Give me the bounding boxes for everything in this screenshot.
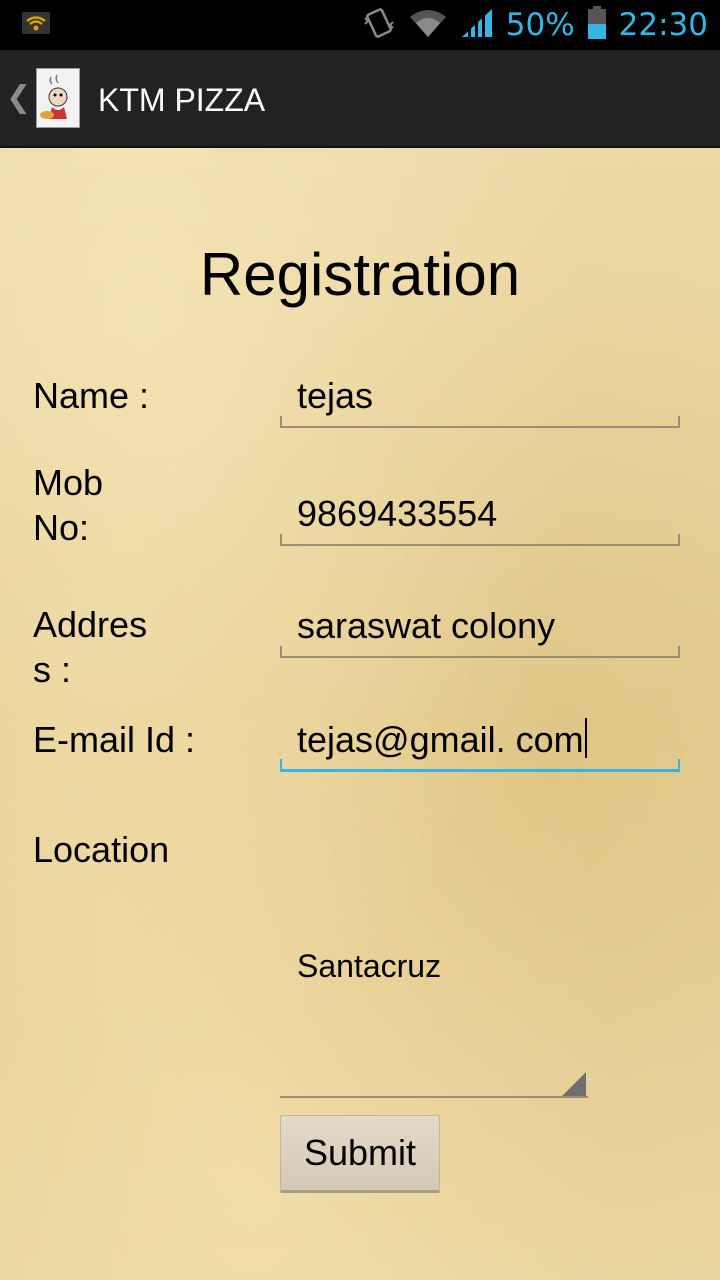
status-bar: 50% 22:30: [0, 0, 720, 50]
mob-value: 9869433554: [297, 493, 498, 534]
app-logo-icon[interactable]: [36, 68, 80, 128]
submit-button[interactable]: Submit: [280, 1115, 440, 1193]
page-title: Registration: [199, 241, 521, 308]
battery-icon: [587, 5, 607, 45]
mob-label: Mob No:: [33, 460, 103, 550]
email-field[interactable]: tejas@gmail. com: [280, 710, 680, 772]
signal-icon: [460, 7, 494, 44]
text-cursor: [584, 718, 587, 758]
name-field-underline: [280, 416, 680, 428]
email-value-wrap: tejas@gmail. com: [297, 718, 587, 762]
mob-field[interactable]: 9869433554: [280, 484, 680, 546]
email-value: tejas@gmail. com: [297, 719, 584, 760]
address-label: Addres s :: [33, 602, 147, 692]
dropdown-arrow-icon[interactable]: [562, 1072, 586, 1096]
email-label: E-mail Id :: [33, 719, 196, 760]
address-label-line2: s :: [33, 649, 72, 690]
email-field-underline: [280, 759, 680, 772]
address-field-underline: [280, 646, 680, 658]
name-label: Name :: [33, 375, 150, 416]
address-label-line1: Addres: [33, 604, 148, 645]
mob-label-line2: No:: [33, 507, 90, 548]
address-value: saraswat colony: [297, 605, 556, 646]
spinner-underline: [280, 1096, 588, 1098]
location-value: Santacruz: [297, 948, 442, 984]
clock: 22:30: [618, 7, 708, 43]
action-bar: ❮ KTM PIZZA: [0, 50, 720, 148]
wifi-icon: [408, 7, 448, 44]
name-field[interactable]: tejas: [280, 366, 680, 428]
wifi-notification-icon: [22, 12, 50, 39]
vibrate-icon: [362, 6, 396, 45]
location-label: Location: [33, 829, 170, 870]
app-title: KTM PIZZA: [98, 82, 266, 118]
address-field[interactable]: saraswat colony: [280, 596, 680, 658]
back-chevron-icon[interactable]: ❮: [6, 80, 31, 116]
mob-label-line1: Mob: [33, 462, 104, 503]
location-spinner[interactable]: Santacruz: [280, 930, 588, 1098]
battery-percent: 50%: [505, 7, 575, 43]
name-value: tejas: [297, 375, 374, 416]
mob-field-underline: [280, 534, 680, 546]
